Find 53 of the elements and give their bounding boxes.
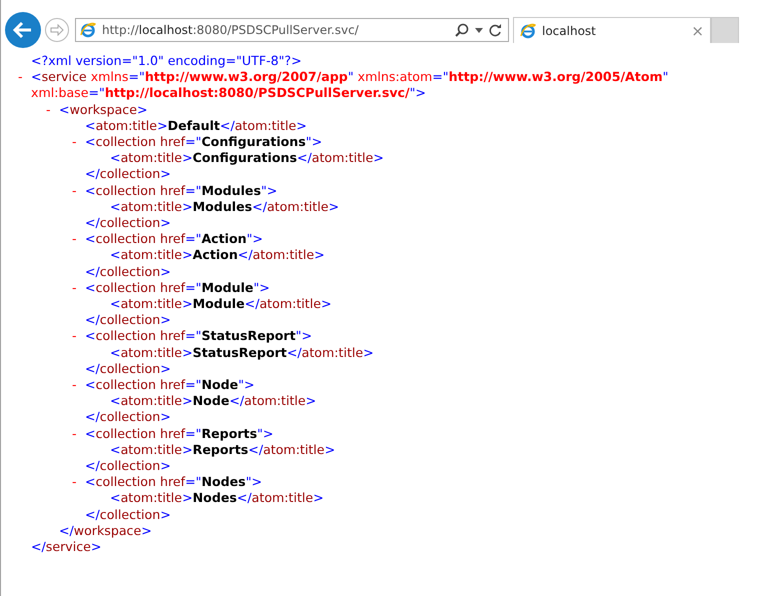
collapse-toggle[interactable]: - <box>18 69 31 86</box>
browser-tab[interactable]: localhost × <box>513 17 711 43</box>
xml-line: <atom:title>Default</atom:title> <box>85 118 307 134</box>
xml-line: <atom:title>Action</atom:title> <box>110 247 325 264</box>
xml-line: <collection href="Module"> <box>85 280 270 296</box>
xml-line: <collection href="StatusReport"> <box>85 328 312 345</box>
forward-arrow-icon <box>50 24 64 36</box>
xml-line: </workspace> <box>59 522 152 540</box>
tab-title: localhost <box>542 24 597 38</box>
xml-line: xml:base="http://localhost:8080/PSDSCPullServer.svc/"> <box>31 85 426 102</box>
xml-line: <atom:title>Node</atom:title> <box>110 393 316 410</box>
xml-line: <collection href="Reports"> <box>85 426 274 442</box>
collapse-toggle[interactable]: - <box>72 328 85 345</box>
collapse-toggle[interactable]: - <box>72 280 85 296</box>
collapse-toggle[interactable]: - <box>72 231 85 248</box>
xml-line: </service> <box>31 539 102 556</box>
xml-line: <collection href="Action"> <box>85 231 263 248</box>
collapse-toggle[interactable]: - <box>72 134 85 150</box>
xml-line: </collection> <box>85 360 171 378</box>
dropdown-caret-icon[interactable] <box>475 28 483 32</box>
xml-line: </collection> <box>85 506 171 523</box>
collapse-toggle[interactable]: - <box>46 102 59 118</box>
xml-line: <workspace> <box>59 102 148 118</box>
browser-logo-icon <box>520 22 536 38</box>
xml-line: <atom:title>Module</atom:title> <box>110 296 332 312</box>
back-button[interactable] <box>5 12 41 48</box>
xml-line: </collection> <box>85 409 171 426</box>
xml-line: </collection> <box>85 458 171 474</box>
xml-line: <collection href="Nodes"> <box>85 474 262 490</box>
close-tab-button[interactable]: × <box>691 22 704 40</box>
browser-logo-icon <box>80 22 96 38</box>
collapse-toggle[interactable]: - <box>72 426 85 442</box>
xml-line: <collection href="Configurations"> <box>85 134 322 150</box>
collapse-toggle[interactable]: - <box>72 182 85 199</box>
xml-line: </collection> <box>85 312 171 328</box>
refresh-icon[interactable] <box>489 24 502 36</box>
back-arrow-icon <box>13 21 33 39</box>
xml-line: <collection href="Modules"> <box>85 182 278 199</box>
xml-line: <atom:title>Reports</atom:title> <box>110 442 336 458</box>
collapse-toggle[interactable]: - <box>72 377 85 394</box>
xml-line: <service xmlns="http://www.w3.org/2007/app" xmlns:atom="http://www.w3.org/2005/Atom" <box>31 69 668 86</box>
xml-line: </collection> <box>85 166 171 183</box>
address-bar[interactable]: http://localhost:8080/PSDSCPullServer.svc/ <box>75 18 509 42</box>
xml-line: <collection href="Node"> <box>85 377 255 394</box>
xml-line: <atom:title>Modules</atom:title> <box>110 198 340 216</box>
search-icon[interactable] <box>455 23 469 37</box>
collapse-toggle[interactable]: - <box>72 474 85 490</box>
xml-line: <atom:title>StatusReport</atom:title> <box>110 344 374 361</box>
xml-line: </collection> <box>85 215 171 232</box>
xml-line: <atom:title>Configurations</atom:title> <box>110 150 384 166</box>
xml-line: <atom:title>Nodes</atom:title> <box>110 490 324 507</box>
xml-declaration: <?xml version="1.0" encoding="UTF-8"?> <box>31 53 302 70</box>
xml-line: </collection> <box>85 264 171 280</box>
